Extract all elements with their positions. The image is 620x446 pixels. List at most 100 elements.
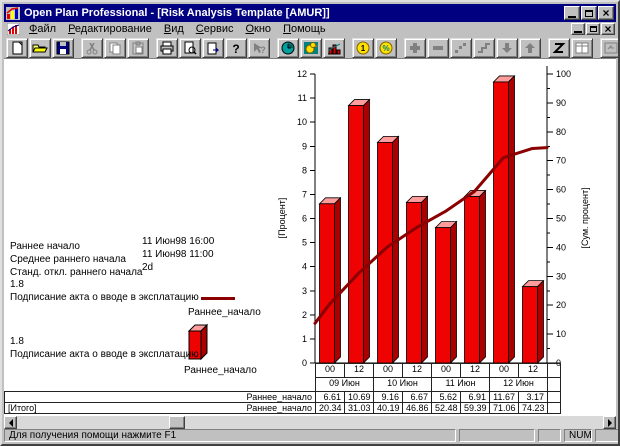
cost-1-button[interactable]: 1 bbox=[352, 38, 374, 58]
context-help-button[interactable]: ? bbox=[248, 38, 270, 58]
close-button[interactable]: × bbox=[598, 6, 614, 20]
app-window: Open Plan Professional - [Risk Analysis … bbox=[0, 0, 620, 446]
svg-text:7: 7 bbox=[302, 189, 307, 199]
series-label: Раннее_начало bbox=[247, 403, 313, 413]
bar-side bbox=[393, 136, 399, 363]
svg-text:12: 12 bbox=[297, 69, 307, 79]
date-cell: 10 Июн bbox=[373, 377, 432, 392]
triangle-left-icon bbox=[5, 419, 13, 427]
row-label-cell: [Итого]Раннее_начало bbox=[4, 402, 316, 414]
cost-percent-button[interactable]: % bbox=[375, 38, 397, 58]
restore-button[interactable] bbox=[581, 6, 597, 20]
svg-text:9: 9 bbox=[302, 141, 307, 151]
menu-item-tools[interactable]: Сервис bbox=[190, 23, 240, 35]
export-button[interactable] bbox=[202, 38, 224, 58]
svg-text:11: 11 bbox=[298, 93, 307, 103]
copy-button[interactable] bbox=[104, 38, 126, 58]
bar bbox=[494, 82, 509, 363]
value-cell: 31.03 bbox=[344, 402, 374, 414]
copy-icon bbox=[107, 41, 123, 55]
time-clock-icon bbox=[280, 41, 296, 55]
step-line-icon bbox=[476, 41, 492, 55]
value-cell: 74.23 bbox=[518, 402, 548, 414]
date-cell: 09 Июн bbox=[315, 377, 374, 392]
scroll-left-button[interactable] bbox=[4, 416, 17, 429]
svg-text:8: 8 bbox=[302, 165, 307, 175]
bar bbox=[465, 197, 480, 363]
window-title: Open Plan Professional - [Risk Analysis … bbox=[24, 7, 563, 19]
svg-text:2: 2 bbox=[302, 310, 307, 320]
step-line-button[interactable] bbox=[473, 38, 495, 58]
bar-side bbox=[480, 191, 486, 363]
menu-item-view[interactable]: Вид bbox=[158, 23, 190, 35]
bar-side bbox=[538, 281, 544, 363]
cut-button[interactable] bbox=[81, 38, 103, 58]
svg-text:90: 90 bbox=[556, 98, 566, 108]
num-lock-indicator: NUM bbox=[564, 429, 592, 442]
bar bbox=[320, 204, 335, 363]
toolbar: ?? 1% bbox=[4, 37, 616, 59]
svg-text:4: 4 bbox=[302, 262, 307, 272]
svg-text:6: 6 bbox=[302, 214, 307, 224]
arrow-down-button[interactable] bbox=[496, 38, 518, 58]
scroll-right-button[interactable] bbox=[603, 416, 616, 429]
hour-cell: 00 bbox=[315, 363, 345, 378]
svg-text:1: 1 bbox=[302, 334, 307, 344]
menu-item-edit[interactable]: Редактирование bbox=[62, 23, 158, 35]
resource-duck-button[interactable] bbox=[300, 38, 322, 58]
print-button[interactable] bbox=[156, 38, 178, 58]
date-cell-trailing bbox=[547, 377, 561, 392]
mdi-close-button[interactable]: × bbox=[601, 23, 615, 35]
svg-text:100: 100 bbox=[556, 69, 571, 79]
help-button[interactable]: ? bbox=[225, 38, 247, 58]
bar-side bbox=[364, 100, 370, 363]
mdi-minimize-icon bbox=[574, 31, 582, 33]
add-button[interactable] bbox=[404, 38, 426, 58]
mdi-restore-button[interactable] bbox=[586, 23, 600, 35]
scrollbar-thumb[interactable] bbox=[169, 416, 185, 429]
value-cell: 59.39 bbox=[460, 402, 490, 414]
save-button[interactable] bbox=[52, 38, 74, 58]
date-cell: 12 Июн bbox=[489, 377, 548, 392]
triangle-right-icon bbox=[608, 419, 616, 427]
hour-cell: 12 bbox=[402, 363, 432, 378]
mdi-controls: × bbox=[570, 23, 615, 35]
histogram-icon bbox=[326, 41, 342, 55]
fit-window-button[interactable] bbox=[600, 38, 620, 58]
time-clock-button[interactable] bbox=[277, 38, 299, 58]
horizontal-scrollbar[interactable] bbox=[4, 416, 616, 429]
mdi-minimize-button[interactable] bbox=[571, 23, 585, 35]
svg-text:[Сум. процент]: [Сум. процент] bbox=[580, 187, 590, 248]
arrow-up-button[interactable] bbox=[519, 38, 541, 58]
print-preview-button[interactable] bbox=[179, 38, 201, 58]
minimize-icon bbox=[568, 16, 576, 18]
histogram-button[interactable] bbox=[323, 38, 345, 58]
value-cell-trailing bbox=[547, 402, 561, 414]
remove-button[interactable] bbox=[427, 38, 449, 58]
chart-area: Раннее начало11 Июн98 16:00 Среднее ранн… bbox=[4, 60, 616, 420]
title-bar[interactable]: Open Plan Professional - [Risk Analysis … bbox=[4, 4, 616, 22]
chart-document-icon bbox=[7, 23, 20, 35]
minimize-button[interactable] bbox=[564, 6, 580, 20]
svg-text:10: 10 bbox=[556, 329, 566, 339]
menu-item-file[interactable]: Файл bbox=[23, 23, 62, 35]
zigzag-button[interactable] bbox=[548, 38, 570, 58]
menu-bar: ФайлРедактированиеВидСервисОкноПомощь × bbox=[4, 22, 616, 36]
svg-text:0: 0 bbox=[302, 358, 307, 368]
value-cell: 52.48 bbox=[431, 402, 461, 414]
menu-item-help[interactable]: Помощь bbox=[277, 23, 332, 35]
bar bbox=[436, 228, 451, 363]
open-icon bbox=[32, 41, 48, 55]
paste-button[interactable] bbox=[127, 38, 149, 58]
scatter-button[interactable] bbox=[450, 38, 472, 58]
grid-view-button[interactable] bbox=[571, 38, 593, 58]
menu-item-window[interactable]: Окно bbox=[239, 23, 277, 35]
hour-cell: 00 bbox=[373, 363, 403, 378]
value-cell: 40.19 bbox=[373, 402, 403, 414]
date-cell: 11 Июн bbox=[431, 377, 490, 392]
open-button[interactable] bbox=[29, 38, 51, 58]
new-button[interactable] bbox=[6, 38, 28, 58]
svg-text:10: 10 bbox=[297, 117, 307, 127]
hour-cell: 12 bbox=[518, 363, 548, 378]
grid-view-icon bbox=[574, 41, 590, 55]
